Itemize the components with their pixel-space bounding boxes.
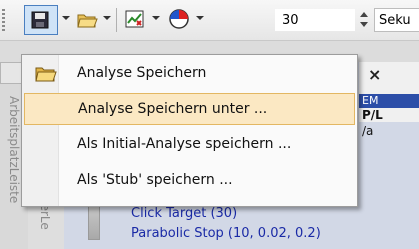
menu-item-label: Als 'Stub' speichern ...: [77, 172, 233, 188]
zoom-spinner[interactable]: [357, 9, 371, 31]
save-dropdown-button[interactable]: [24, 5, 58, 35]
tree-item-click-target[interactable]: Click Target (30): [131, 206, 237, 221]
save-dropdown-arrow-icon[interactable]: [62, 16, 70, 20]
zoom-number-input[interactable]: 30: [275, 9, 355, 31]
menu-item-label: Analyse Speichern: [77, 65, 207, 81]
toolbar-grip[interactable]: [2, 9, 5, 31]
chart-dropdown-arrow-icon[interactable]: [152, 16, 160, 20]
floppy-disk-icon: [31, 11, 49, 29]
save-menu: Analyse Speichern Analyse Speichern unte…: [21, 54, 358, 207]
spin-down-icon[interactable]: [360, 22, 368, 27]
chart-settings-icon[interactable]: [124, 8, 146, 30]
open-folder-icon[interactable]: [76, 8, 98, 30]
menu-item-label: Als Initial-Analyse speichern ...: [77, 136, 292, 152]
open-dropdown-arrow-icon[interactable]: [103, 16, 111, 20]
right-panel-text-2: /a: [362, 124, 374, 138]
spin-up-icon[interactable]: [360, 12, 368, 17]
unit-dropdown[interactable]: Seku: [374, 8, 419, 32]
tree-item-parabolic-stop[interactable]: Parabolic Stop (10, 0.02, 0.2): [131, 226, 321, 241]
open-folder-icon: [35, 67, 57, 82]
clock-timer-icon[interactable]: [168, 8, 190, 30]
menu-item-label: Analyse Speichern unter ...: [78, 101, 268, 117]
close-icon[interactable]: ×: [368, 65, 381, 84]
timer-dropdown-arrow-icon[interactable]: [196, 16, 204, 20]
toolbar: 30 Seku: [0, 0, 419, 41]
right-panel-header: EM: [359, 94, 419, 108]
menu-item-analyse-speichern[interactable]: Analyse Speichern: [24, 58, 355, 90]
menu-item-analyse-speichern-unter[interactable]: Analyse Speichern unter ...: [24, 93, 355, 125]
toolbar-separator: [116, 8, 117, 32]
menu-item-initial-analyse[interactable]: Als Initial-Analyse speichern ...: [24, 129, 355, 161]
menu-item-stub-speichern[interactable]: Als 'Stub' speichern ...: [24, 165, 355, 197]
right-panel-text-1: P/L: [362, 108, 383, 122]
left-panel-label[interactable]: ArbeitsplatzLeiste: [7, 96, 21, 203]
